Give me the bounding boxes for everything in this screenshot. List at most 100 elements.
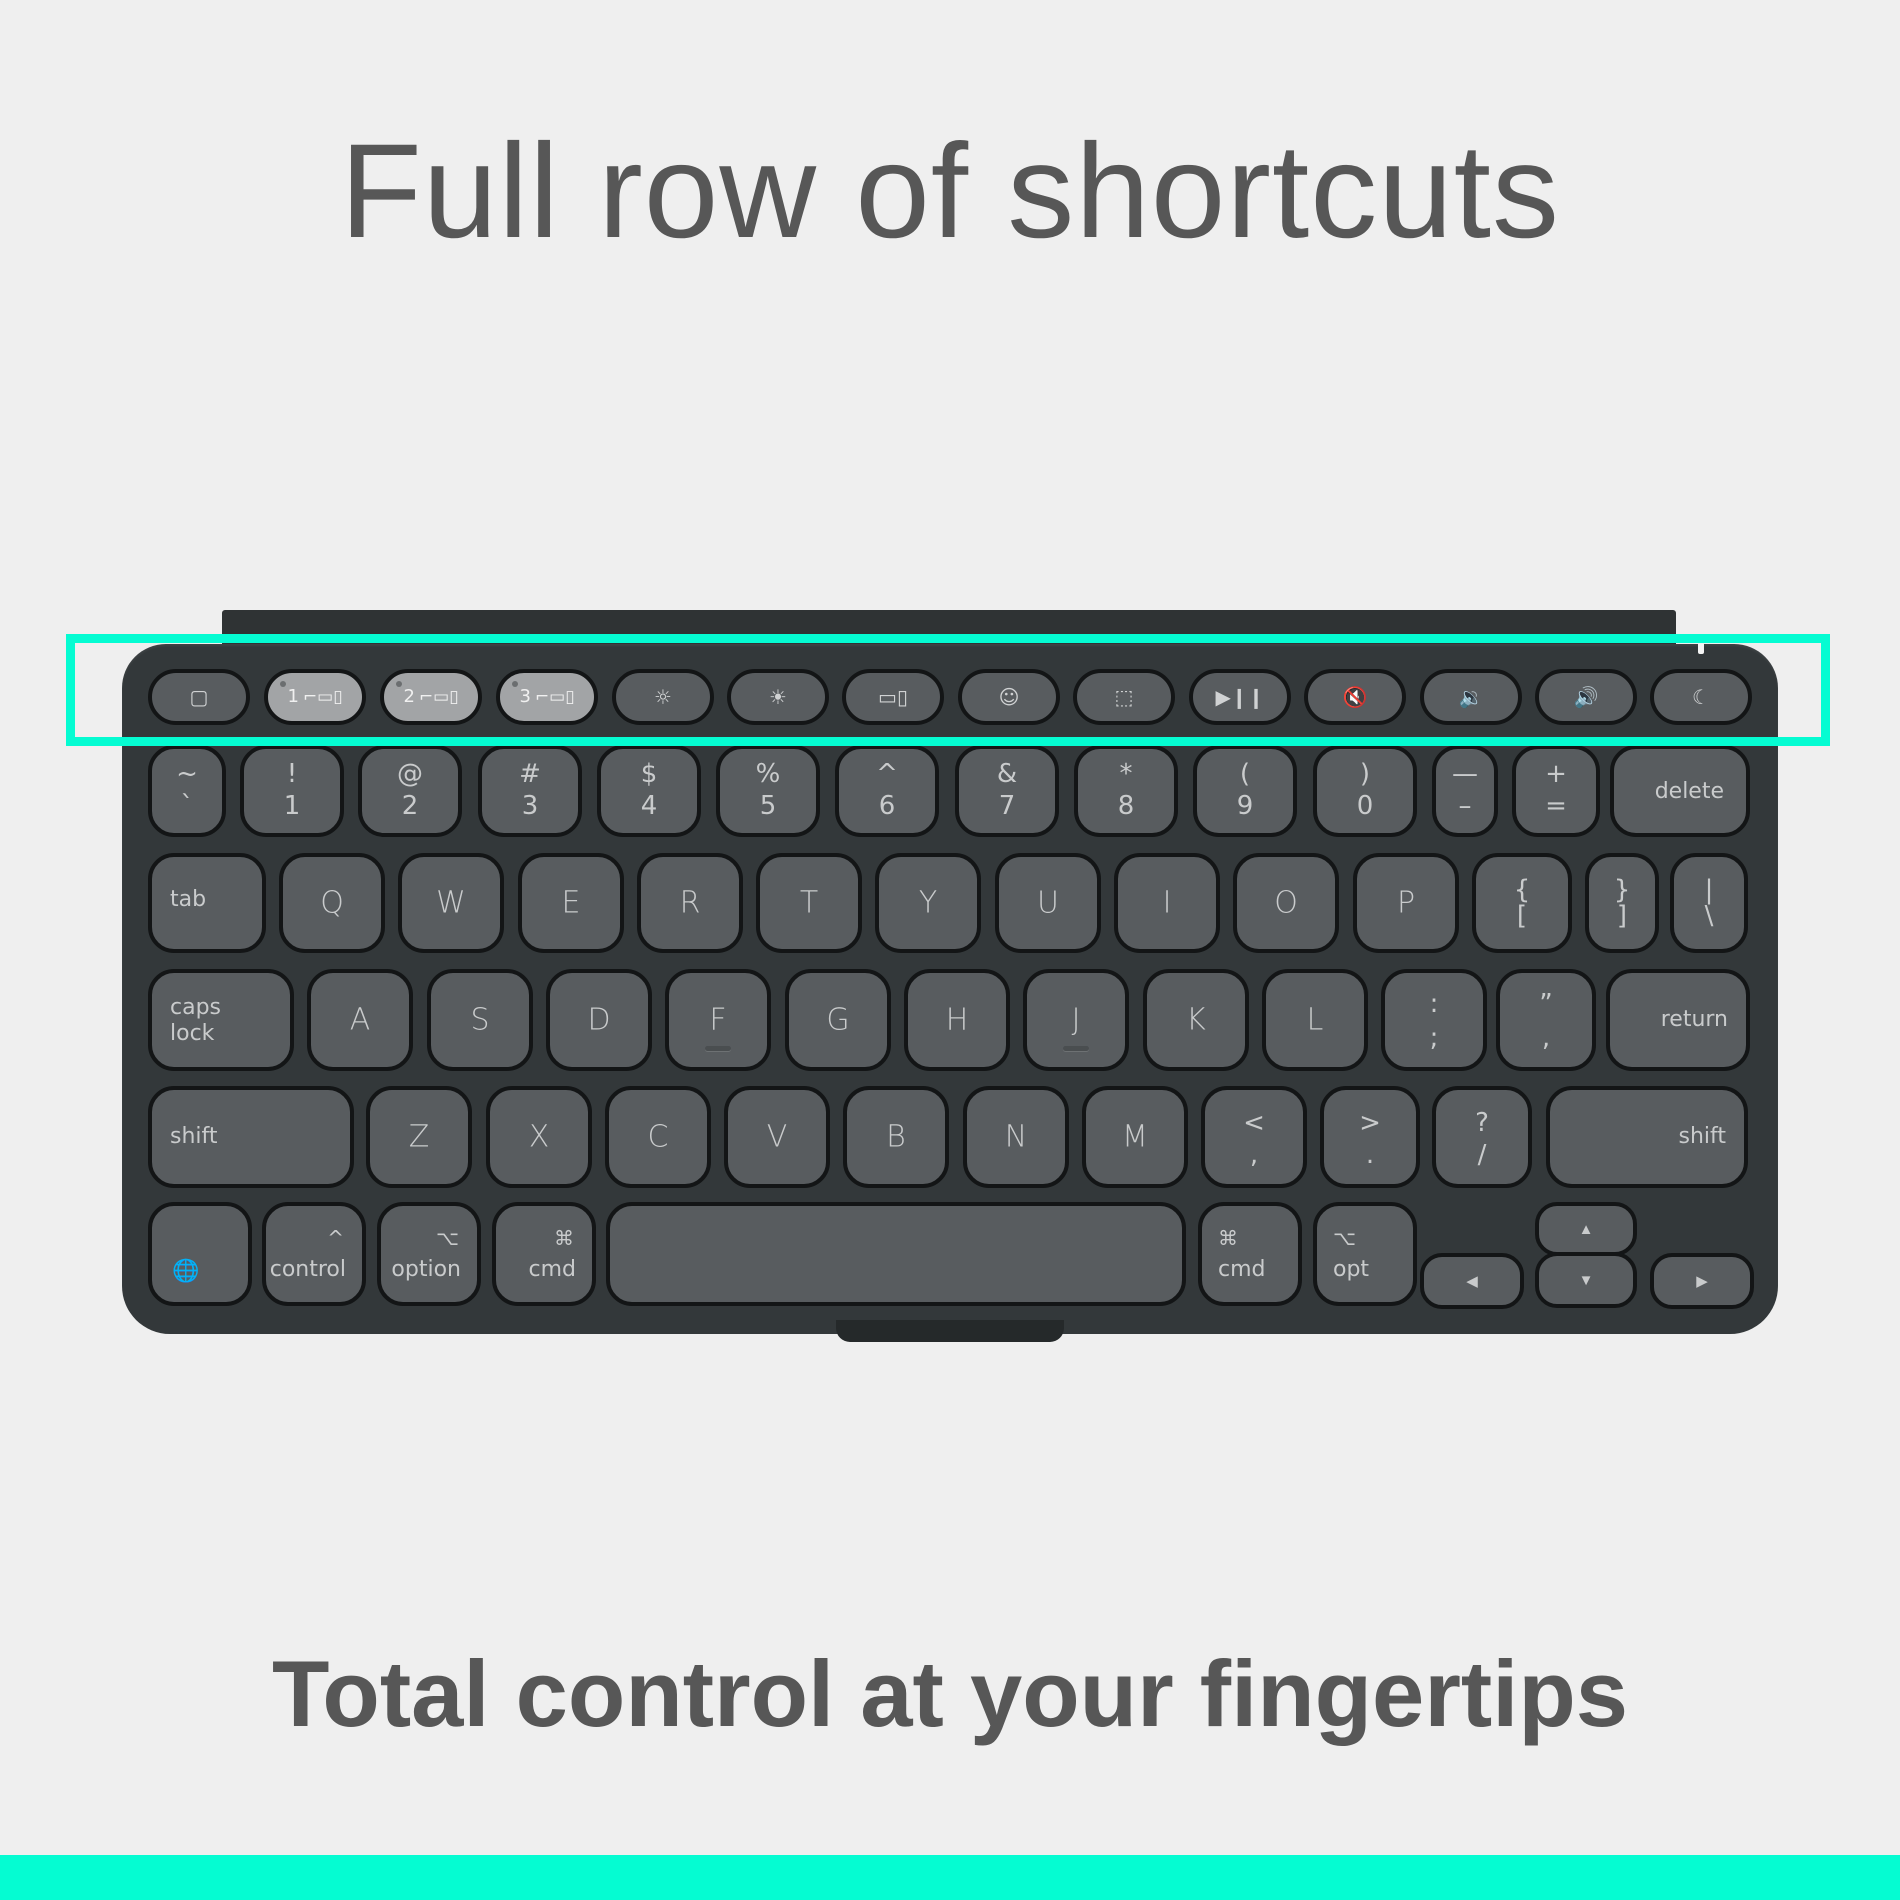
- tablet-key[interactable]: ▢: [148, 669, 250, 725]
- volume-up-icon: 🔊: [1573, 685, 1599, 709]
- control-key[interactable]: ^ control: [262, 1202, 366, 1306]
- left-cmd-key[interactable]: ⌘ cmd: [492, 1202, 596, 1306]
- option-key[interactable]: ⌥ option: [377, 1202, 481, 1306]
- key-V[interactable]: V: [724, 1086, 830, 1188]
- emoji-key[interactable]: ☺: [958, 669, 1060, 725]
- tab-key[interactable]: tab: [148, 853, 266, 953]
- key-legend: L: [1306, 1002, 1324, 1038]
- key-label: opt: [1333, 1257, 1370, 1282]
- key-label: shift: [1678, 1124, 1726, 1149]
- key-U[interactable]: U: [995, 853, 1101, 953]
- key-shift-legend: :: [1429, 989, 1439, 1019]
- arrow-left-key[interactable]: ◀: [1420, 1253, 1524, 1309]
- caps-lock-key[interactable]: caps lock: [148, 969, 294, 1071]
- key-D[interactable]: D: [546, 969, 652, 1071]
- key-Q[interactable]: Q: [279, 853, 385, 953]
- right-option-key[interactable]: ⌥ opt: [1313, 1202, 1417, 1306]
- key-3[interactable]: #3: [478, 745, 582, 837]
- key-C[interactable]: C: [605, 1086, 711, 1188]
- key-/[interactable]: ? /: [1432, 1086, 1532, 1188]
- key-X[interactable]: X: [486, 1086, 592, 1188]
- key-legend: [: [1516, 901, 1528, 931]
- key-legend: X: [528, 1119, 550, 1155]
- key-label: shift: [170, 1124, 218, 1149]
- key-5[interactable]: % 5: [716, 745, 820, 837]
- key-[[interactable]: {[: [1472, 853, 1572, 953]
- key-H[interactable]: H: [904, 969, 1010, 1071]
- key-E[interactable]: E: [518, 853, 624, 953]
- key-=[interactable]: + =: [1512, 745, 1600, 837]
- indicator-dot: [396, 681, 402, 687]
- easy-switch-1-key[interactable]: 1 ⌐▭▯: [264, 669, 366, 725]
- key-J[interactable]: J: [1023, 969, 1129, 1071]
- arrow-right-key[interactable]: ▶: [1650, 1253, 1754, 1309]
- key-legend: ]: [1616, 901, 1628, 931]
- brightness-down-key[interactable]: ☼: [612, 669, 714, 725]
- key-4[interactable]: $4: [597, 745, 701, 837]
- lock-key[interactable]: ☾: [1650, 669, 1752, 725]
- key-K[interactable]: K: [1143, 969, 1249, 1071]
- key-shift-legend: #: [519, 759, 541, 789]
- arrow-up-key[interactable]: ▲: [1535, 1202, 1637, 1256]
- volume-up-key[interactable]: 🔊: [1535, 669, 1637, 725]
- key-,[interactable]: <,: [1201, 1086, 1307, 1188]
- homing-bump: [1063, 1046, 1089, 1051]
- brightness-up-key[interactable]: ☀: [727, 669, 829, 725]
- arrow-down-key[interactable]: ▼: [1535, 1252, 1637, 1308]
- key-.[interactable]: >.: [1320, 1086, 1420, 1188]
- right-shift-key[interactable]: shift: [1546, 1086, 1748, 1188]
- key-;[interactable]: :;: [1381, 969, 1487, 1071]
- key-9[interactable]: (9: [1193, 745, 1297, 837]
- key-label: caps lock: [170, 995, 222, 1046]
- delete-key[interactable]: delete: [1610, 745, 1750, 837]
- easy-switch-2-key[interactable]: 2 ⌐▭▯: [380, 669, 482, 725]
- app-switch-key[interactable]: ▭▯: [842, 669, 944, 725]
- key-F[interactable]: F: [665, 969, 771, 1071]
- key-I[interactable]: I: [1114, 853, 1220, 953]
- volume-down-key[interactable]: 🔉: [1420, 669, 1522, 725]
- right-cmd-key[interactable]: ⌘ cmd: [1198, 1202, 1302, 1306]
- key-`[interactable]: ~ `: [148, 745, 226, 837]
- key-S[interactable]: S: [427, 969, 533, 1071]
- key-][interactable]: }]: [1585, 853, 1659, 953]
- key-2[interactable]: @2: [358, 745, 462, 837]
- key-\[interactable]: | \: [1670, 853, 1748, 953]
- key-L[interactable]: L: [1262, 969, 1368, 1071]
- devices-icon: ⌐▭▯: [418, 686, 459, 707]
- key-1[interactable]: ! 1: [240, 745, 344, 837]
- play-pause-key[interactable]: ▶❙❙: [1189, 669, 1291, 725]
- key-legend: V: [766, 1119, 788, 1155]
- screenshot-key[interactable]: ⬚: [1073, 669, 1175, 725]
- key-6[interactable]: ^ 6: [835, 745, 939, 837]
- key-legend: 5: [759, 791, 777, 821]
- key-G[interactable]: G: [785, 969, 891, 1071]
- key-P[interactable]: P: [1353, 853, 1459, 953]
- key-Z[interactable]: Z: [366, 1086, 472, 1188]
- mute-key[interactable]: 🔇: [1304, 669, 1406, 725]
- key-N[interactable]: N: [963, 1086, 1069, 1188]
- key-legend: ,: [1541, 1023, 1551, 1053]
- control-symbol: ^: [327, 1226, 344, 1250]
- key-M[interactable]: M: [1082, 1086, 1188, 1188]
- key-0[interactable]: ) 0: [1313, 745, 1417, 837]
- key-A[interactable]: A: [307, 969, 413, 1071]
- key-–[interactable]: — –: [1432, 745, 1498, 837]
- key-R[interactable]: R: [637, 853, 743, 953]
- left-shift-key[interactable]: shift: [148, 1086, 354, 1188]
- easy-switch-3-key[interactable]: 3 ⌐▭▯: [496, 669, 598, 725]
- globe-key[interactable]: 🌐: [148, 1202, 252, 1306]
- return-key[interactable]: return: [1606, 969, 1750, 1071]
- key-,[interactable]: ”,: [1496, 969, 1596, 1071]
- key-T[interactable]: T: [756, 853, 862, 953]
- key-O[interactable]: O: [1233, 853, 1339, 953]
- space-bar[interactable]: [606, 1202, 1186, 1306]
- key-8[interactable]: * 8: [1074, 745, 1178, 837]
- key-7[interactable]: & 7: [955, 745, 1059, 837]
- key-legend: K: [1186, 1002, 1206, 1038]
- key-Y[interactable]: Y: [875, 853, 981, 953]
- key-B[interactable]: B: [843, 1086, 949, 1188]
- key-shift-legend: (: [1239, 759, 1251, 789]
- key-W[interactable]: W: [398, 853, 504, 953]
- key-legend: I: [1162, 885, 1172, 921]
- key-legend: E: [561, 885, 581, 921]
